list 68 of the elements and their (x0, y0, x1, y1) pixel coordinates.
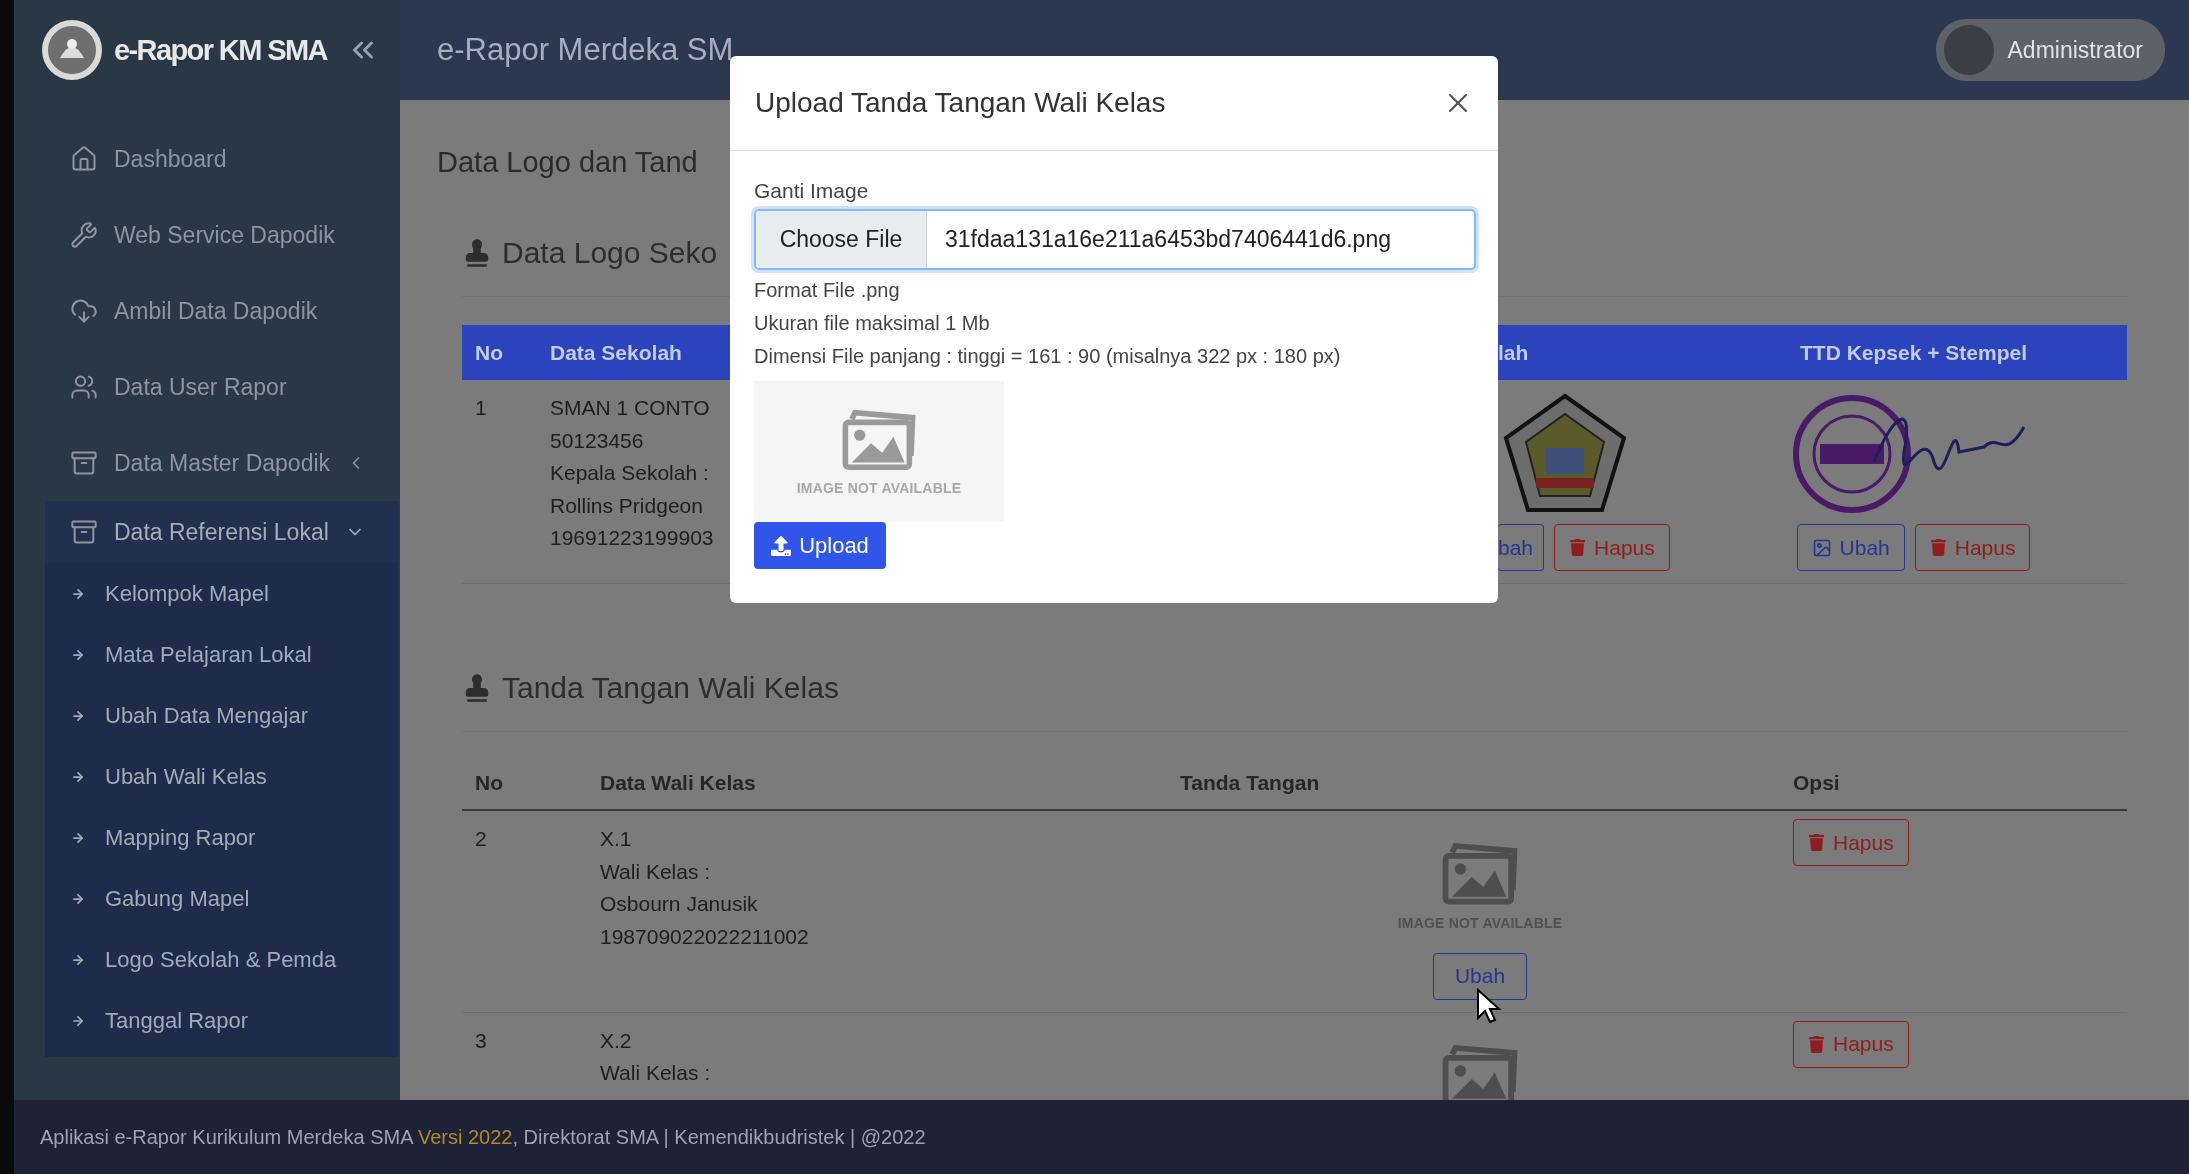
app-logo-text: e-Rapor KM SMA (114, 33, 327, 67)
sidebar-item[interactable]: Dashboard (45, 121, 398, 197)
school-info-line: 50123456 (550, 427, 644, 454)
sidebar-item[interactable]: Data Master Dapodik (45, 425, 398, 501)
dialog-title: Upload Tanda Tangan Wali Kelas (755, 87, 1166, 119)
archive-icon (70, 449, 98, 477)
sidebar-subitem[interactable]: Gabung Mapel (45, 868, 398, 929)
teacher-info-line: 198709022022211002 (600, 923, 809, 950)
column-header: Data Sekolah (549, 340, 682, 365)
sidebar-subitem[interactable]: Kelompok Mapel (45, 563, 398, 624)
column-header: Data Wali Kelas (599, 770, 756, 795)
school-info-line: SMAN 1 CONTO (550, 395, 710, 421)
trash-icon (1808, 834, 1825, 851)
teacher-info-line: Wali Kelas : (600, 858, 711, 885)
teacher-info-line: Osbourn Janusik (600, 891, 758, 917)
sidebar-item[interactable]: Ambil Data Dapodik (45, 273, 398, 349)
teacher-info-line: X.2 (600, 1027, 632, 1054)
user-menu[interactable]: Administrator (1935, 19, 2165, 81)
mouse-pointer-icon (1476, 988, 1502, 1024)
hint-text: Format File .png (754, 279, 900, 301)
section-title: Data Logo Seko (502, 235, 718, 270)
home-icon (70, 145, 98, 173)
image-icon (1811, 537, 1832, 558)
field-label: Ganti Image (754, 179, 870, 203)
school-info-line: Rollins Pridgeon (550, 492, 703, 519)
column-header: Tanda Tangan (1180, 770, 1320, 795)
column-header: TTD Kepsek + Stempel (1800, 340, 2027, 365)
upload-button[interactable]: Upload (754, 522, 886, 569)
sidebar-subitem[interactable]: Ubah Data Mengajar (45, 685, 398, 746)
table-cell-text: 3 (475, 1027, 487, 1054)
sidebar-subitem[interactable]: Mapping Rapor (45, 807, 398, 868)
edit-button[interactable]: Ubah (1796, 524, 1905, 571)
column-header: No (474, 770, 503, 795)
sidebar-subitem[interactable]: Mata Pelajaran Lokal (45, 624, 398, 685)
sidebar-item[interactable]: Data User Rapor (45, 349, 398, 425)
trash-icon (1808, 1035, 1825, 1053)
sidebar-item[interactable]: Web Service Dapodik (45, 197, 398, 273)
upload-icon (771, 535, 792, 556)
section-title: Tanda Tangan Wali Kelas (502, 670, 839, 705)
arrow-right-icon (71, 1013, 85, 1028)
hint-text: Dimensi File panjang : tinggi = 161 : 90 (misalnya 322 px : 180 px) (754, 345, 1341, 367)
hint-text: Ukuran file maksimal 1 Mb (754, 312, 990, 334)
header-title: e-Rapor Merdeka SM (437, 32, 734, 68)
trash-icon (1569, 539, 1587, 556)
logo-emblem-icon (40, 18, 104, 82)
school-info-line: 19691223199903 (550, 525, 714, 551)
table-cell-text: 2 (475, 826, 487, 852)
column-header: No (474, 340, 503, 365)
teacher-info-line: X.1 (600, 826, 632, 852)
school-info-line: Kepala Sekolah : (550, 460, 709, 486)
users-icon (70, 373, 98, 401)
cloud-download-icon (70, 297, 98, 325)
avatar-icon (1943, 25, 1994, 75)
archive-icon (70, 518, 98, 546)
footer-text: Aplikasi e-Rapor Kurikulum Merdeka SMA Versi 2022, Direktorat SMA | Kemendikbudristek | @2022 (40, 1125, 926, 1149)
tools-icon (70, 221, 98, 249)
teacher-info-line: Wali Kelas : (600, 1060, 711, 1087)
sidebar-subitem[interactable]: Tanggal Rapor (45, 990, 398, 1051)
image-preview: IMAGE NOT AVAILABLE (754, 381, 1004, 522)
column-header: lah (1498, 340, 1529, 365)
file-input-field[interactable]: Choose File 31fdaa131a16e211a6453bd7406441d6.png (754, 209, 1476, 270)
page-title: Data Logo dan Tand (437, 146, 699, 179)
sidebar-subitem[interactable]: Ubah Wali Kelas (45, 746, 398, 807)
column-header: Opsi (1792, 770, 1840, 795)
trash-icon (1929, 539, 1947, 556)
sidebar-subitem[interactable]: Logo Sekolah & Pemda (45, 929, 398, 990)
sidebar-item[interactable]: Data Referensi Lokal (45, 501, 398, 563)
table-cell-text: 1 (475, 395, 487, 421)
